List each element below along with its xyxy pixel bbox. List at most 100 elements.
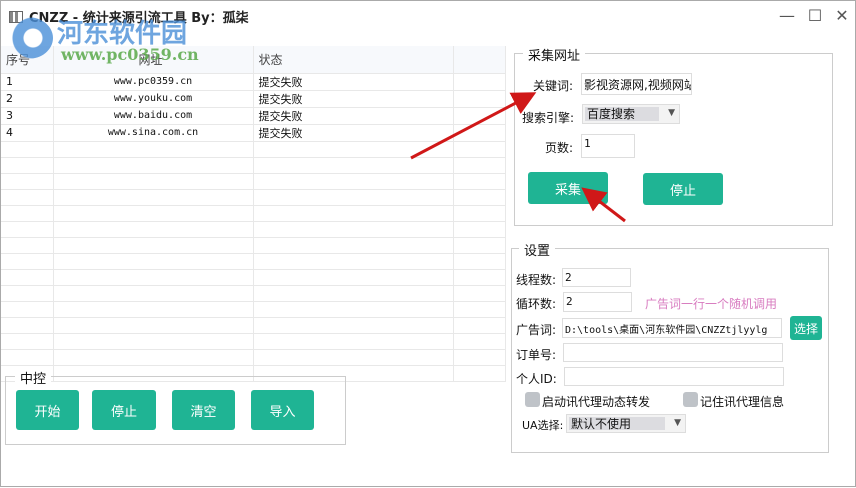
cell-status — [253, 189, 454, 206]
table-row[interactable] — [1, 237, 506, 254]
cell-extra — [453, 285, 506, 302]
cell-url — [53, 317, 254, 334]
results-table: 序号 网址 状态 1 www.pc0359.cn 提交失败 2 www.youku.co… — [1, 46, 506, 382]
proxy-dynamic-checkbox[interactable] — [525, 392, 540, 407]
cell-status — [253, 205, 454, 222]
cell-url — [53, 221, 254, 238]
keyword-label: 关键词: — [533, 79, 574, 93]
table-row[interactable] — [1, 221, 506, 238]
cell-index — [1, 141, 54, 158]
cell-extra — [453, 237, 506, 254]
table-row[interactable] — [1, 301, 506, 318]
cell-url — [53, 205, 254, 222]
cell-url: www.youku.com — [53, 90, 254, 108]
cell-extra — [453, 90, 506, 108]
start-button[interactable]: 开始 — [16, 390, 79, 430]
ad-hint: 广告词一行一个随机调用 — [645, 297, 778, 311]
table-row[interactable]: 1 www.pc0359.cn 提交失败 — [1, 73, 506, 91]
minimize-button[interactable]: — — [775, 5, 799, 27]
cell-extra — [453, 269, 506, 286]
cell-extra — [453, 349, 506, 366]
ua-label: UA选择: — [522, 419, 564, 432]
watermark-logo — [3, 17, 53, 59]
cell-index — [1, 301, 54, 318]
maximize-button[interactable]: ☐ — [803, 5, 827, 27]
cell-url — [53, 253, 254, 270]
table-row[interactable] — [1, 157, 506, 174]
cell-status — [253, 269, 454, 286]
watermark-url: www.pc0359.cn — [61, 45, 199, 64]
order-label: 订单号: — [516, 348, 557, 362]
cell-index: 2 — [1, 90, 54, 108]
table-row[interactable] — [1, 333, 506, 350]
cell-status — [253, 221, 454, 238]
table-row[interactable]: 2 www.youku.com 提交失败 — [1, 90, 506, 108]
cell-index — [1, 317, 54, 334]
chevron-down-icon: ▼ — [674, 418, 681, 428]
pages-label: 页数: — [545, 141, 574, 155]
cell-index — [1, 157, 54, 174]
ad-file-input[interactable]: D:\tools\桌面\河东软件园\CNZZtjlyylg — [562, 318, 782, 338]
cell-extra — [453, 205, 506, 222]
ad-label: 广告词: — [516, 323, 557, 337]
table-row[interactable] — [1, 269, 506, 286]
table-row[interactable] — [1, 285, 506, 302]
cell-status: 提交失败 — [253, 90, 454, 108]
collect-legend: 采集网址 — [523, 45, 586, 64]
cell-index: 1 — [1, 73, 54, 91]
keyword-input[interactable]: 影视资源网,视频网站 — [581, 73, 692, 95]
loops-label: 循环数: — [516, 297, 557, 311]
table-row[interactable] — [1, 173, 506, 190]
ua-select[interactable]: 默认不使用 ▼ — [566, 414, 686, 433]
cell-url — [53, 285, 254, 302]
cell-status: 提交失败 — [253, 73, 454, 91]
cell-extra — [453, 317, 506, 334]
cell-status — [253, 285, 454, 302]
collect-button[interactable]: 采集 — [528, 172, 608, 204]
cell-status — [253, 141, 454, 158]
table-row[interactable] — [1, 141, 506, 158]
table-row[interactable] — [1, 317, 506, 334]
cell-url: www.pc0359.cn — [53, 73, 254, 91]
cell-extra — [453, 189, 506, 206]
table-row[interactable] — [1, 205, 506, 222]
cell-extra — [453, 124, 506, 142]
order-input[interactable] — [563, 343, 783, 362]
table-row[interactable] — [1, 349, 506, 366]
table-row[interactable] — [1, 189, 506, 206]
cell-extra — [453, 141, 506, 158]
clear-button[interactable]: 清空 — [172, 390, 235, 430]
cell-url: www.baidu.com — [53, 107, 254, 125]
engine-select[interactable]: 百度搜索 ▼ — [582, 104, 680, 124]
id-input[interactable] — [564, 367, 784, 386]
table-row[interactable]: 4 www.sina.com.cn 提交失败 — [1, 124, 506, 142]
threads-input[interactable]: 2 — [562, 268, 631, 287]
cell-url — [53, 269, 254, 286]
id-label: 个人ID: — [516, 372, 557, 386]
cell-extra — [453, 333, 506, 350]
cell-status — [253, 253, 454, 270]
collect-stop-button[interactable]: 停止 — [643, 173, 723, 205]
close-button[interactable]: ✕ — [830, 5, 854, 27]
pages-input[interactable]: 1 — [581, 134, 635, 158]
col-status: 状态 — [253, 46, 454, 74]
cell-extra — [453, 301, 506, 318]
cell-url — [53, 141, 254, 158]
cell-url: www.sina.com.cn — [53, 124, 254, 142]
cell-index — [1, 349, 54, 366]
import-button[interactable]: 导入 — [251, 390, 314, 430]
cell-url — [53, 333, 254, 350]
choose-file-button[interactable]: 选择 — [790, 316, 822, 340]
table-row[interactable]: 3 www.baidu.com 提交失败 — [1, 107, 506, 125]
cell-index — [1, 189, 54, 206]
proxy-remember-checkbox[interactable] — [683, 392, 698, 407]
table-row[interactable] — [1, 253, 506, 270]
cell-status: 提交失败 — [253, 124, 454, 142]
cell-status — [253, 301, 454, 318]
cell-url — [53, 189, 254, 206]
engine-label: 搜索引擎: — [522, 111, 575, 125]
control-legend: 中控 — [15, 368, 52, 387]
stop-button[interactable]: 停止 — [92, 390, 156, 430]
loops-input[interactable]: 2 — [563, 292, 632, 312]
engine-value: 百度搜索 — [585, 107, 659, 121]
